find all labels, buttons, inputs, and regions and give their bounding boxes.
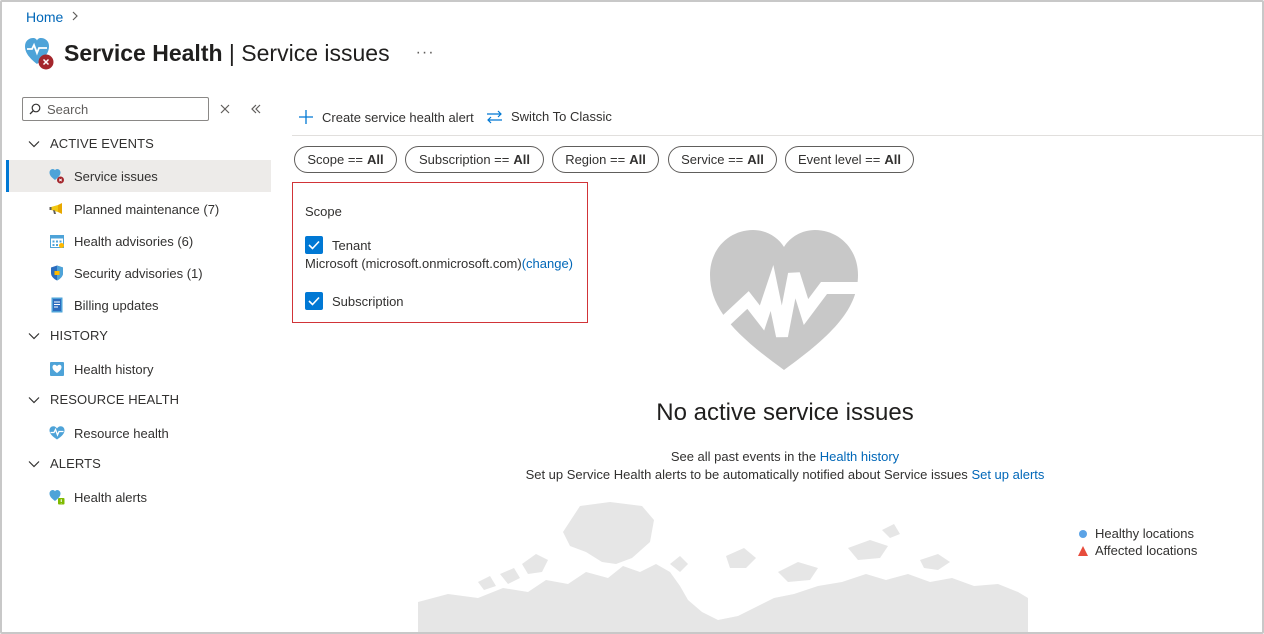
alerts-hint: Set up Service Health alerts to be autom… xyxy=(292,467,1262,482)
switch-arrows-icon xyxy=(486,110,503,124)
calendar-icon xyxy=(49,233,65,249)
filter-value: All xyxy=(513,152,530,167)
chevron-right-icon xyxy=(71,10,79,24)
affected-triangle-icon xyxy=(1078,545,1088,556)
filter-label: Scope == xyxy=(307,152,364,167)
sidebar-item-health-history[interactable]: Health history xyxy=(6,353,271,385)
scope-panel-title: Scope xyxy=(305,204,342,219)
empty-state-title: No active service issues xyxy=(656,399,914,426)
sidebar-item-planned-maintenance[interactable]: Planned maintenance (7) xyxy=(6,193,271,225)
tenant-name: Microsoft (microsoft.onmicrosoft.com)(ch… xyxy=(305,256,573,271)
filter-label: Event level == xyxy=(797,152,881,167)
subscription-label: Subscription xyxy=(332,293,404,309)
switch-to-classic-label: Switch To Classic xyxy=(511,109,612,124)
sidebar-search-input[interactable] xyxy=(47,101,197,117)
checkbox-checked-icon xyxy=(305,236,323,254)
clear-search-button[interactable] xyxy=(220,101,230,117)
sidebar-item-label: Planned maintenance (7) xyxy=(74,201,220,217)
sidebar-item-label: Health alerts xyxy=(74,489,147,505)
chevron-down-icon xyxy=(28,140,40,147)
service-health-icon xyxy=(24,34,58,72)
filter-service[interactable]: Service == All xyxy=(668,146,777,173)
filter-label: Subscription == xyxy=(419,152,510,167)
page-title-service: Service Health xyxy=(64,39,223,66)
alerts-hint-text: Set up Service Health alerts to be autom… xyxy=(525,467,968,482)
legend-healthy-label: Healthy locations xyxy=(1095,526,1194,541)
filter-event-level[interactable]: Event level == All xyxy=(785,146,914,173)
sidebar-item-label: Security advisories (1) xyxy=(74,265,203,281)
heartbeat-icon xyxy=(49,425,65,441)
map-legend: Healthy locations Affected locations xyxy=(1078,525,1197,559)
filter-value: All xyxy=(884,152,901,167)
nav-group-label: ALERTS xyxy=(50,456,101,471)
filter-scope[interactable]: Scope == All xyxy=(294,146,397,173)
scope-filter-panel: Scope Tenant Microsoft (microsoft.onmicr… xyxy=(292,182,588,323)
nav-group-alerts[interactable]: ALERTS xyxy=(28,456,101,471)
chevron-down-icon xyxy=(28,460,40,467)
legend-affected-label: Affected locations xyxy=(1095,543,1198,558)
sidebar-search-box[interactable] xyxy=(22,97,209,121)
heartbeat-illustration-icon xyxy=(708,228,860,377)
filter-value: All xyxy=(367,152,384,167)
health-history-icon xyxy=(49,361,65,377)
sidebar-item-health-alerts[interactable]: Health alerts xyxy=(6,481,271,513)
create-alert-button[interactable]: Create service health alert xyxy=(298,109,474,125)
page-header: Service Health | Service issues ··· xyxy=(24,34,435,72)
command-bar: Create service health alert Switch To Cl… xyxy=(292,106,1262,136)
nav-group-label: HISTORY xyxy=(50,328,109,343)
shield-icon xyxy=(49,265,65,281)
plus-icon xyxy=(298,109,314,125)
world-map xyxy=(418,502,1028,632)
subscription-checkbox[interactable]: Subscription xyxy=(305,292,404,310)
close-icon xyxy=(220,104,230,114)
create-alert-label: Create service health alert xyxy=(322,109,474,125)
setup-alerts-link[interactable]: Set up alerts xyxy=(971,467,1044,482)
filter-value: All xyxy=(629,152,646,167)
sidebar-item-label: Billing updates xyxy=(74,297,159,313)
switch-to-classic-button[interactable]: Switch To Classic xyxy=(486,109,612,124)
change-tenant-link[interactable]: (change) xyxy=(522,256,573,271)
nav-group-history[interactable]: HISTORY xyxy=(28,328,108,343)
tenant-checkbox[interactable]: Tenant xyxy=(305,236,371,254)
filter-label: Service == xyxy=(681,152,744,167)
page-title: Service Health | Service issues xyxy=(64,40,390,67)
service-issues-icon xyxy=(49,168,65,184)
sidebar-item-label: Health history xyxy=(74,361,154,377)
health-alerts-icon xyxy=(49,489,65,505)
checkbox-checked-icon xyxy=(305,292,323,310)
tenant-name-text: Microsoft (microsoft.onmicrosoft.com) xyxy=(305,256,522,271)
sidebar-item-security-advisories[interactable]: Security advisories (1) xyxy=(6,257,271,289)
breadcrumb-home-link[interactable]: Home xyxy=(26,9,63,25)
legend-affected: Affected locations xyxy=(1078,542,1197,559)
search-icon xyxy=(29,103,41,115)
more-options-button[interactable]: ··· xyxy=(416,44,435,62)
health-history-link[interactable]: Health history xyxy=(820,449,899,464)
sidebar-item-billing-updates[interactable]: Billing updates xyxy=(6,289,271,321)
sidebar-item-service-issues[interactable]: Service issues xyxy=(6,160,271,192)
nav-group-active-events[interactable]: ACTIVE EVENTS xyxy=(28,136,154,151)
sidebar-item-label: Service issues xyxy=(74,168,158,184)
filter-region[interactable]: Region == All xyxy=(552,146,659,173)
collapse-sidebar-button[interactable] xyxy=(250,101,262,117)
legend-healthy: Healthy locations xyxy=(1078,525,1197,542)
sidebar-item-label: Health advisories (6) xyxy=(74,233,194,249)
megaphone-icon xyxy=(49,201,65,217)
sidebar-item-label: Resource health xyxy=(74,425,169,441)
nav-group-label: ACTIVE EVENTS xyxy=(50,136,154,151)
double-chevron-left-icon xyxy=(251,104,261,114)
filter-value: All xyxy=(747,152,764,167)
page-title-page: Service issues xyxy=(241,39,390,66)
filter-label: Region == xyxy=(565,152,626,167)
page-title-separator: | xyxy=(228,39,235,66)
tenant-label: Tenant xyxy=(332,237,372,253)
breadcrumb: Home xyxy=(26,9,79,25)
history-hint: See all past events in the Health histor… xyxy=(292,449,1262,464)
sidebar-item-health-advisories[interactable]: Health advisories (6) xyxy=(6,225,271,257)
history-hint-text: See all past events in the xyxy=(670,449,817,464)
chevron-down-icon xyxy=(28,332,40,339)
app-frame: Home Service Health | Service issues ··· xyxy=(0,0,1264,634)
filter-subscription[interactable]: Subscription == All xyxy=(405,146,544,173)
document-icon xyxy=(49,297,65,313)
healthy-dot-icon xyxy=(1079,529,1087,538)
